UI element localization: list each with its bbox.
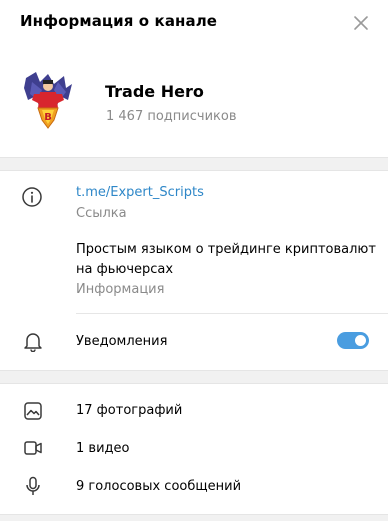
section-divider: [0, 370, 388, 384]
video-icon: [22, 437, 44, 459]
close-button[interactable]: [351, 13, 371, 33]
subscriber-count: 1 467 подписчиков: [106, 109, 237, 124]
channel-avatar[interactable]: B: [20, 70, 76, 134]
channel-description: Простым языком о трейдинге криптовалют н…: [76, 242, 376, 277]
microphone-icon: [22, 475, 44, 497]
description-caption: Информация: [76, 282, 165, 297]
channel-profile: B Trade Hero 1 467 подписчиков: [0, 70, 388, 138]
channel-name: Trade Hero: [105, 82, 204, 101]
channel-info-panel: Информация о канале B Trade Hero 1 467 п…: [0, 0, 388, 521]
info-icon: [21, 186, 43, 208]
svg-text:B: B: [44, 112, 52, 123]
bell-icon: [22, 330, 44, 352]
row-divider: [76, 313, 388, 314]
panel-header: Информация о канале: [0, 0, 388, 46]
notifications-toggle[interactable]: [337, 332, 369, 349]
link-caption: Ссылка: [76, 206, 127, 221]
notifications-label: Уведомления: [76, 334, 168, 349]
close-icon: [354, 16, 368, 30]
media-videos[interactable]: 1 видео: [76, 441, 129, 456]
panel-title: Информация о канале: [20, 12, 218, 30]
media-photos[interactable]: 17 фотографий: [76, 403, 182, 418]
toggle-knob: [353, 333, 368, 348]
superhero-logo-icon: B: [20, 70, 76, 134]
section-divider: [0, 514, 388, 521]
channel-link[interactable]: t.me/Expert_Scripts: [76, 185, 204, 200]
photo-icon: [22, 400, 44, 422]
section-divider: [0, 157, 388, 171]
media-voice-messages[interactable]: 9 голосовых сообщений: [76, 479, 241, 494]
